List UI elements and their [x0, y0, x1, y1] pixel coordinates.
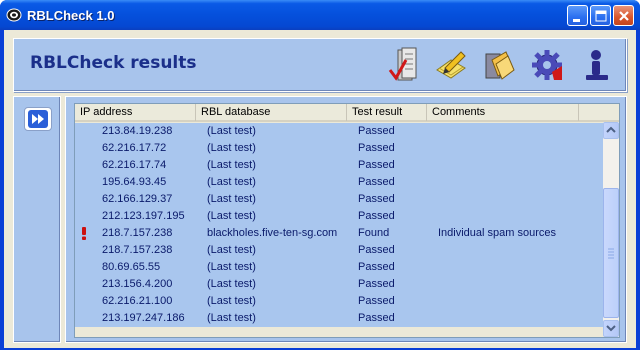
rbl-database-cell: (Last test): [207, 193, 256, 205]
ip-address-cell: 62.166.129.37: [102, 193, 173, 205]
table-row[interactable]: 212.123.197.195 (Last test) Passed: [75, 208, 603, 225]
test-result-cell: Passed: [358, 278, 395, 290]
results-panel: IP address RBL database Test result Comm…: [65, 96, 627, 343]
scroll-up-button[interactable]: [603, 122, 619, 139]
table-row[interactable]: 62.216.17.74 (Last test) Passed: [75, 157, 603, 174]
gear-icon[interactable]: [530, 46, 566, 84]
close-button[interactable]: [613, 5, 634, 26]
test-result-cell: Passed: [358, 261, 395, 273]
table-row[interactable]: 213.156.4.200 (Last test) Passed: [75, 276, 603, 293]
side-panel: [13, 96, 61, 343]
list-header: IP address RBL database Test result Comm…: [75, 104, 619, 122]
user-info-icon[interactable]: [580, 46, 616, 84]
test-result-cell: Passed: [358, 159, 395, 171]
column-header-rbl-database[interactable]: RBL database: [196, 104, 347, 121]
rbl-database-cell: (Last test): [207, 210, 256, 222]
table-row[interactable]: 62.166.129.37 (Last test) Passed: [75, 191, 603, 208]
table-row[interactable]: 213.197.247.186 (Last test) Passed: [75, 310, 603, 327]
ip-address-cell: 213.197.247.186: [102, 312, 185, 324]
comments-cell: Individual spam sources: [438, 227, 557, 239]
table-row[interactable]: 62.216.21.100 (Last test) Passed: [75, 293, 603, 310]
scroll-down-button[interactable]: [603, 320, 619, 337]
table-row[interactable]: 218.7.157.238 blackholes.five-ten-sg.com F…: [75, 225, 603, 242]
list-rows: 213.84.19.238 (Last test) Passed 62.216.17.…: [75, 123, 603, 327]
app-icon: [6, 8, 22, 22]
ip-address-cell: 218.7.157.238: [102, 227, 173, 239]
test-result-cell: Passed: [358, 125, 395, 137]
table-row[interactable]: 195.64.93.45 (Last test) Passed: [75, 174, 603, 191]
test-result-cell: Passed: [358, 295, 395, 307]
window-title: RBLCheck 1.0: [27, 8, 115, 23]
results-header: RBLCheck results: [13, 38, 627, 92]
results-list[interactable]: IP address RBL database Test result Comm…: [74, 103, 620, 338]
ip-address-cell: 213.84.19.238: [102, 125, 173, 137]
rbl-database-cell: blackholes.five-ten-sg.com: [207, 227, 338, 239]
rbl-database-cell: (Last test): [207, 142, 256, 154]
ip-address-cell: 62.216.21.100: [102, 295, 173, 307]
title-bar[interactable]: RBLCheck 1.0: [0, 0, 640, 30]
ip-address-cell: 62.216.17.74: [102, 159, 167, 171]
ip-address-cell: 213.156.4.200: [102, 278, 173, 290]
grip-icon: [608, 248, 614, 259]
test-result-cell: Passed: [358, 244, 395, 256]
ip-address-cell: 218.7.157.238: [102, 244, 173, 256]
column-header-test-result[interactable]: Test result: [347, 104, 427, 121]
ip-address-cell: 80.69.65.55: [102, 261, 161, 273]
minimize-icon: [573, 19, 580, 22]
column-header-comments[interactable]: Comments: [427, 104, 579, 121]
client-area: RBLCheck results IP address RBL database…: [4, 30, 636, 348]
vertical-scrollbar[interactable]: [603, 122, 619, 337]
test-result-cell: Passed: [358, 176, 395, 188]
test-result-cell: Found: [358, 227, 390, 239]
minimize-button[interactable]: [567, 5, 588, 26]
edit-pencil-icon[interactable]: [433, 46, 469, 84]
rbl-database-cell: (Last test): [207, 159, 256, 171]
test-result-cell: Passed: [358, 142, 395, 154]
rbl-database-cell: (Last test): [207, 312, 256, 324]
rbl-database-cell: (Last test): [207, 125, 256, 137]
test-result-cell: Passed: [358, 193, 395, 205]
page-title: RBLCheck results: [30, 53, 197, 73]
test-result-cell: Passed: [358, 312, 395, 324]
column-header-ip-address[interactable]: IP address: [75, 104, 196, 121]
maximize-button[interactable]: [590, 5, 611, 26]
chevron-down-icon: [606, 325, 616, 332]
test-result-cell: Passed: [358, 210, 395, 222]
ip-address-cell: 212.123.197.195: [102, 210, 185, 222]
folders-icon[interactable]: [482, 46, 518, 84]
ip-address-cell: 62.216.17.72: [102, 142, 167, 154]
rbl-database-cell: (Last test): [207, 295, 256, 307]
rbl-database-cell: (Last test): [207, 176, 256, 188]
rbl-database-cell: (Last test): [207, 278, 256, 290]
table-row[interactable]: 80.69.65.55 (Last test) Passed: [75, 259, 603, 276]
maximize-icon: [595, 10, 607, 22]
exclamation-icon: [82, 227, 86, 240]
rbl-database-cell: (Last test): [207, 244, 256, 256]
column-header-filler: [579, 104, 603, 121]
app-window: RBLCheck 1.0 RBLCheck results IP address…: [0, 0, 640, 350]
checklist-icon[interactable]: [386, 46, 422, 84]
run-button[interactable]: [24, 107, 52, 131]
table-row[interactable]: 218.7.157.238 (Last test) Passed: [75, 242, 603, 259]
fast-forward-icon: [28, 110, 48, 128]
table-row[interactable]: 62.216.17.72 (Last test) Passed: [75, 140, 603, 157]
close-icon: [619, 11, 629, 21]
chevron-up-icon: [606, 126, 616, 133]
scroll-thumb[interactable]: [603, 188, 619, 318]
rbl-database-cell: (Last test): [207, 261, 256, 273]
table-row[interactable]: 213.84.19.238 (Last test) Passed: [75, 123, 603, 140]
ip-address-cell: 195.64.93.45: [102, 176, 167, 188]
